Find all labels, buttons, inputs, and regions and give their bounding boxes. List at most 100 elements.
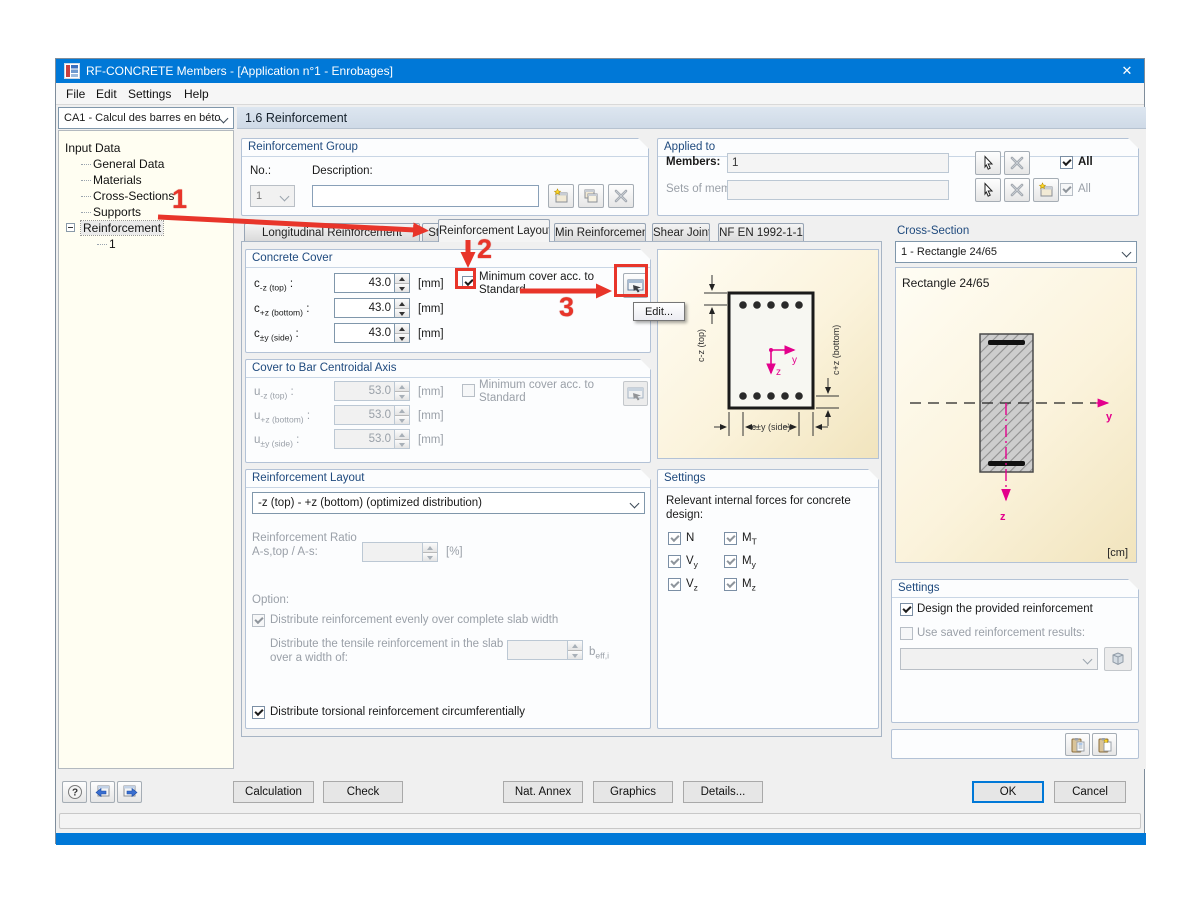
ok-button[interactable]: OK (972, 781, 1044, 803)
tree-item-materials[interactable]: Materials (81, 173, 142, 187)
forces-settings-panel: Settings Relevant internal forces for co… (657, 469, 879, 729)
design-settings-panel: Settings Design the provided reinforceme… (891, 579, 1139, 723)
spinner-up-icon (395, 299, 409, 309)
menu-settings[interactable]: Settings (124, 86, 175, 102)
previous-window-button[interactable] (90, 781, 115, 803)
axis-top-label: u-z (top) : (254, 386, 294, 400)
cover-top-input[interactable]: 43.0 (334, 273, 410, 293)
new-group-button[interactable] (548, 184, 574, 208)
force-vz-checkbox[interactable] (668, 578, 681, 591)
tree-item-supports[interactable]: Supports (81, 205, 141, 219)
force-my-label: My (742, 555, 756, 569)
cover-top-dim-label: c-z (top) (696, 329, 706, 362)
clipboard-apply-icon (1097, 737, 1113, 753)
members-all-checkbox[interactable] (1060, 156, 1073, 169)
tab-nf-en-1992[interactable]: NF EN 1992-1-1 (718, 223, 804, 241)
menu-help[interactable]: Help (180, 86, 213, 102)
menu-edit[interactable]: Edit (92, 86, 121, 102)
help-icon: ? (67, 784, 83, 800)
copy-group-button[interactable] (578, 184, 604, 208)
tree-collapse-icon[interactable] (66, 223, 75, 232)
tab-min-reinforcement[interactable]: Min Reinforcement (554, 223, 646, 241)
description-input[interactable] (312, 185, 539, 207)
force-vz-label: Vz (686, 578, 698, 592)
annotation-step-2: 2 (477, 234, 492, 265)
window-bottom-edge (56, 833, 1146, 845)
window-title: RF-CONCRETE Members - [Application n°1 -… (86, 64, 393, 78)
spinner-down-icon (395, 392, 409, 401)
copy-to-tabs-button[interactable] (1065, 733, 1090, 756)
unit-label: [mm] (418, 303, 444, 315)
details-button[interactable]: Details... (683, 781, 763, 803)
force-n-checkbox[interactable] (668, 532, 681, 545)
annotation-box-edit-button (614, 264, 648, 297)
force-mz-checkbox[interactable] (724, 578, 737, 591)
cross-section-drawing: y z [cm] (896, 268, 1138, 564)
divider (242, 156, 648, 157)
members-input[interactable]: 1 (727, 153, 949, 173)
spinner-buttons[interactable] (394, 298, 410, 318)
new-window-icon (553, 188, 569, 204)
description-label: Description: (312, 165, 373, 177)
clear-sets-button[interactable] (1004, 178, 1030, 202)
axis-z-label: z (1000, 511, 1006, 523)
edit-tooltip: Edit... (633, 302, 685, 321)
panel-header: Applied to (664, 141, 715, 153)
force-vy-label: Vy (686, 555, 698, 569)
cross-section-selector[interactable]: 1 - Rectangle 24/65 (895, 241, 1137, 263)
pick-members-button[interactable] (975, 151, 1001, 175)
cover-side-input[interactable]: 43.0 (334, 323, 410, 343)
panel-header: Reinforcement Layout (252, 472, 365, 484)
panel-header: Concrete Cover (252, 252, 333, 264)
delete-group-button[interactable] (608, 184, 634, 208)
distribute-torsion-checkbox[interactable] (252, 706, 265, 719)
tree-item-cross-sections[interactable]: Cross-Sections (81, 189, 174, 203)
force-mt-checkbox[interactable] (724, 532, 737, 545)
next-window-button[interactable] (117, 781, 142, 803)
new-set-button[interactable] (1033, 178, 1059, 202)
app-icon (64, 63, 80, 79)
close-icon[interactable]: ✕ (1110, 59, 1144, 83)
calculation-button[interactable]: Calculation (233, 781, 314, 803)
unit-label: [mm] (418, 386, 444, 398)
tree-item-general-data[interactable]: General Data (81, 157, 164, 171)
cancel-button[interactable]: Cancel (1054, 781, 1126, 803)
tree-guide (81, 212, 91, 213)
axis-bottom-label: u+z (bottom) : (254, 410, 310, 424)
tree-item-reinforcement-1[interactable]: 1 (97, 237, 116, 251)
tab-reinforcement-layout[interactable]: Reinforcement Layout (438, 219, 550, 242)
spinner-down-icon (395, 284, 409, 293)
clear-members-button[interactable] (1004, 151, 1030, 175)
edit-standard-icon (627, 386, 645, 402)
layout-combo[interactable]: -z (top) - +z (bottom) (optimized distri… (252, 492, 645, 514)
force-my-checkbox[interactable] (724, 555, 737, 568)
cover-diagram-panel: y z c-z (top) c+z (bottom) c±y (side) (657, 249, 879, 459)
spinner-buttons[interactable] (394, 273, 410, 293)
tree-item-input-data[interactable]: Input Data (65, 141, 120, 155)
cover-bottom-input[interactable]: 43.0 (334, 298, 410, 318)
distribute-slab-label: Distribute reinforcement evenly over com… (270, 614, 558, 626)
graphics-button[interactable]: Graphics (593, 781, 673, 803)
spinner-buttons[interactable] (394, 323, 410, 343)
pick-sets-button[interactable] (975, 178, 1001, 202)
help-button[interactable]: ? (62, 781, 87, 803)
check-button[interactable]: Check (323, 781, 403, 803)
arrow-left-window-icon (95, 784, 111, 800)
design-case-selector[interactable]: CA1 - Calcul des barres en béto (58, 107, 234, 129)
tree-item-reinforcement[interactable]: Reinforcement (81, 221, 163, 235)
spinner-down-icon (395, 309, 409, 318)
navigation-tree: Input Data General Data Materials Cross-… (58, 130, 234, 769)
nat-annex-button[interactable]: Nat. Annex (503, 781, 583, 803)
design-provided-checkbox[interactable] (900, 603, 913, 616)
tab-longitudinal-reinforcement[interactable]: Longitudinal Reinforcement (244, 223, 420, 241)
menu-file[interactable]: File (62, 86, 89, 102)
members-label: Members: (666, 156, 720, 168)
apply-to-all-button[interactable] (1092, 733, 1117, 756)
spinner-buttons (394, 381, 410, 401)
forces-description: Relevant internal forces for concrete de… (666, 494, 862, 522)
force-vy-checkbox[interactable] (668, 555, 681, 568)
tab-shear-joint[interactable]: Shear Joint (652, 223, 710, 241)
cover-diagram: y z c-z (top) c+z (bottom) c±y (side) (658, 250, 880, 460)
panel-header: Settings (898, 582, 940, 594)
divider (658, 487, 878, 488)
